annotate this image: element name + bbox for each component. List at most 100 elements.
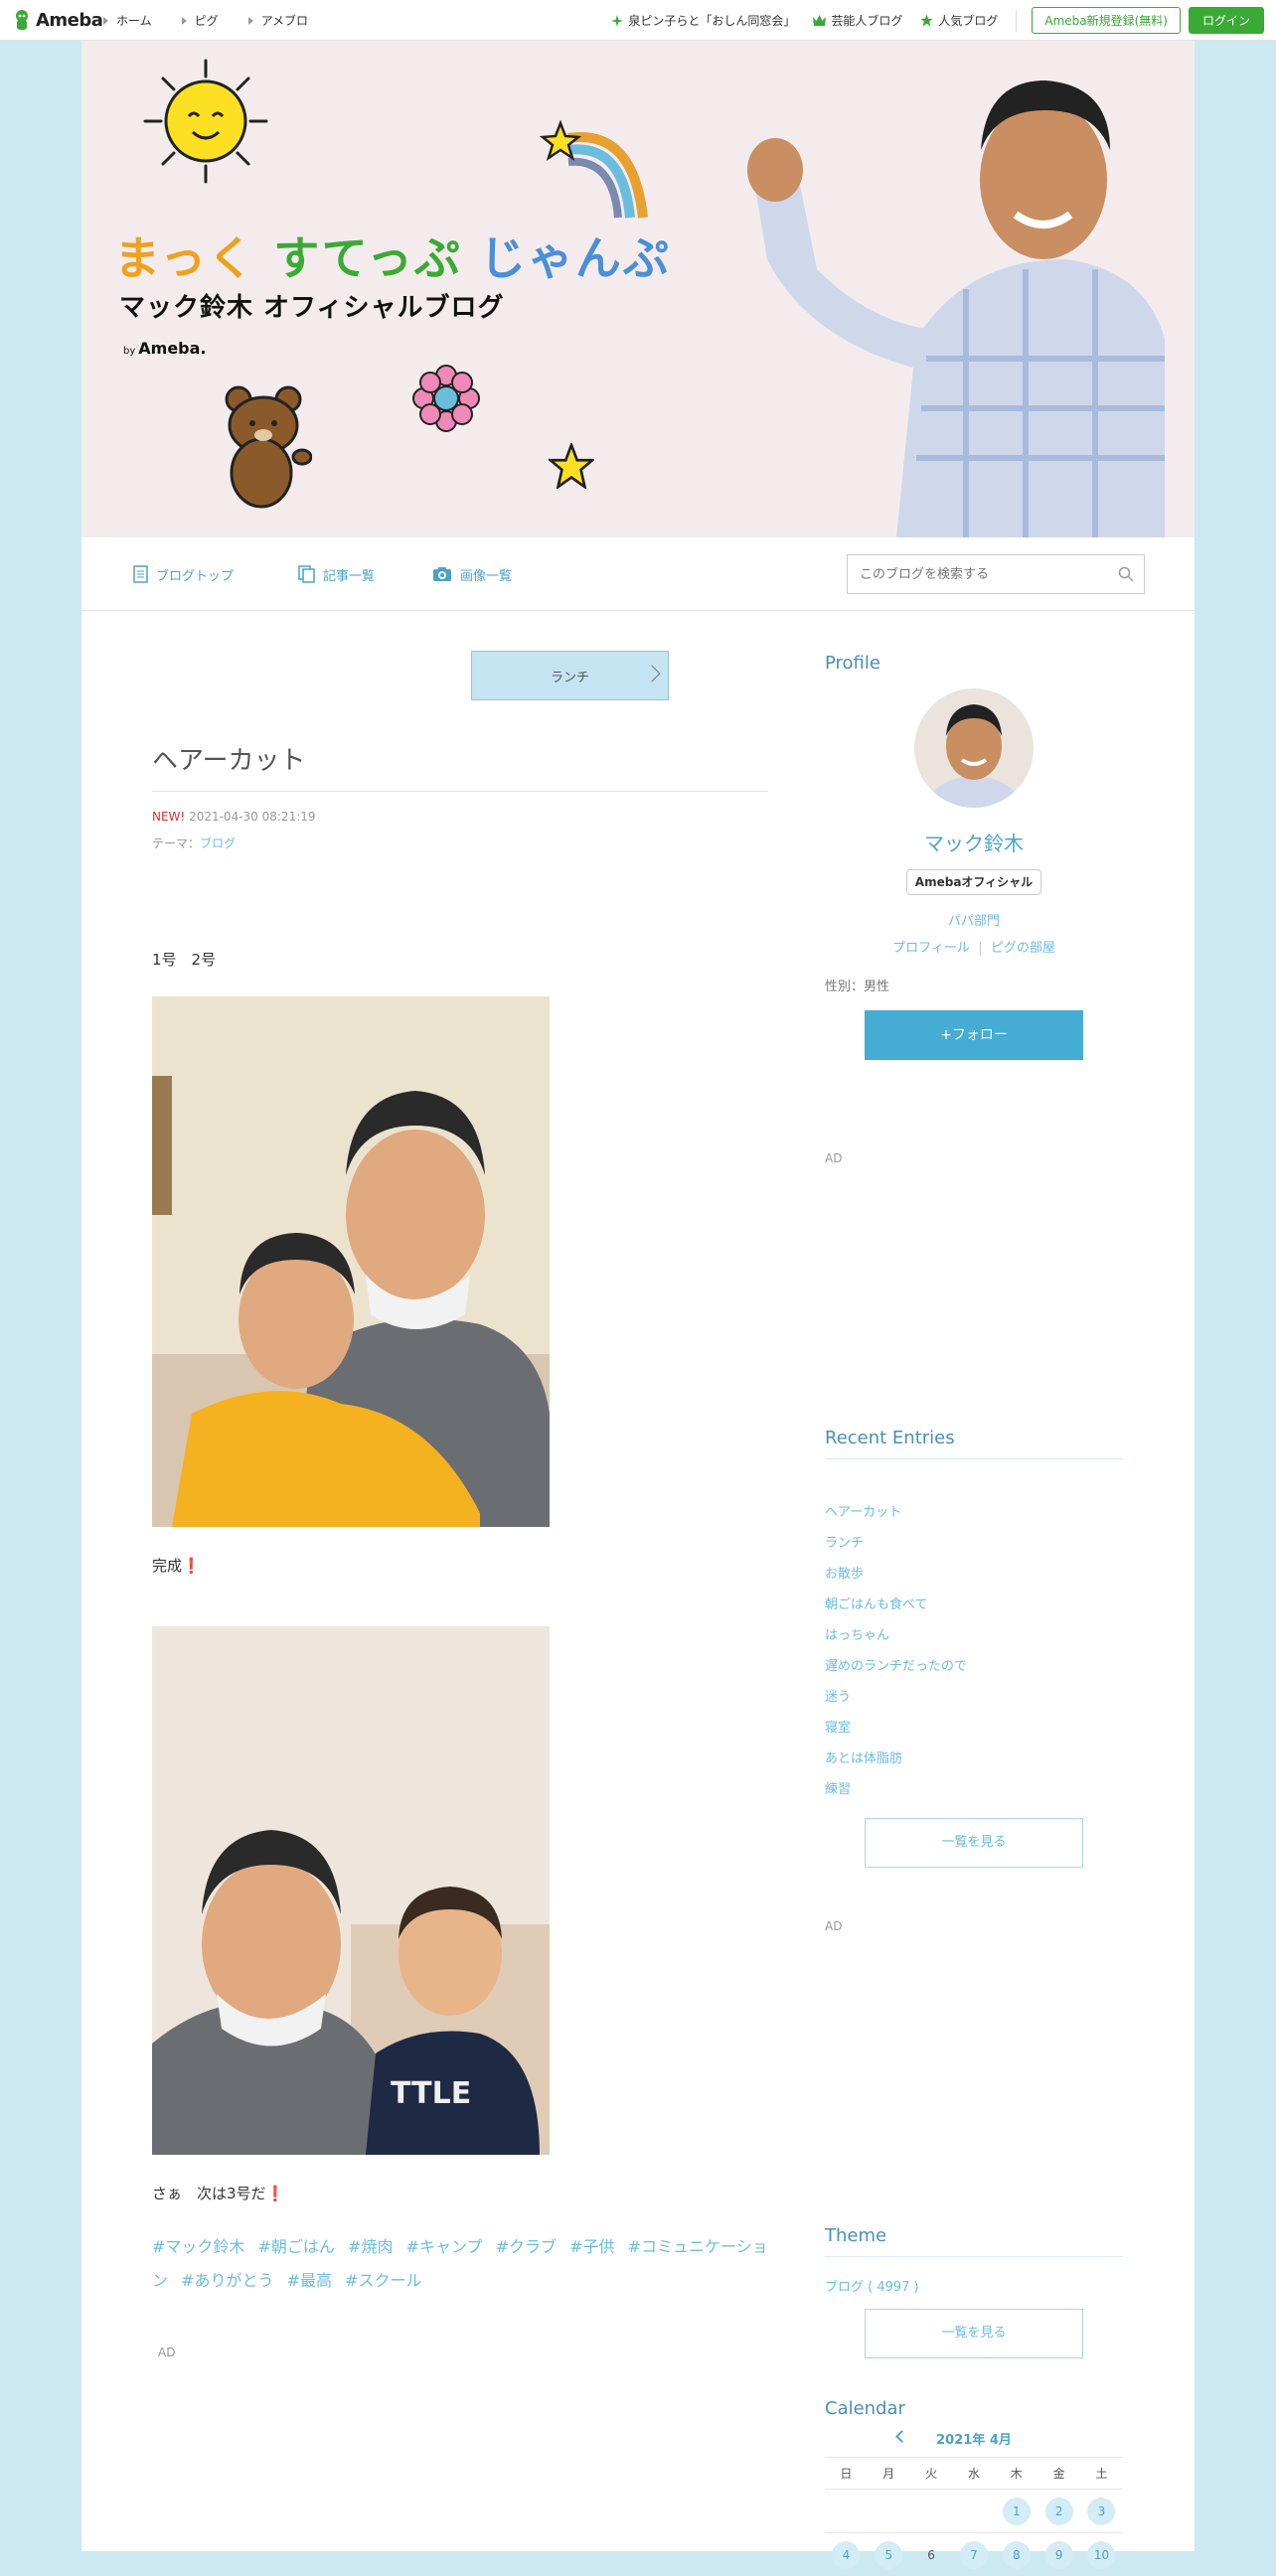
hashtag[interactable]: #スクール [345, 2271, 421, 2290]
calendar-day-link[interactable]: 9 [1044, 2540, 1073, 2569]
global-nav-pig[interactable]: ピグ [181, 12, 219, 29]
ad-label: AD [825, 1919, 843, 1933]
crown-icon [813, 15, 827, 26]
hashtag[interactable]: #ありがとう [181, 2271, 273, 2290]
entry-theme-link[interactable]: ブログ [200, 836, 236, 850]
calendar-day[interactable]: 4 [825, 2540, 868, 2569]
shooting-star-illustration [539, 119, 648, 219]
hashtag-list: #マック鈴木 #朝ごはん #焼肉 #キャンプ #クラブ #子供 #コミュニケーシ… [152, 2230, 768, 2298]
global-nav-home[interactable]: ホーム [103, 12, 152, 29]
calendar-day[interactable]: 7 [953, 2540, 996, 2569]
entry-list-link[interactable]: 記事一覧 [298, 537, 375, 611]
popular-blog-link[interactable]: 人気ブログ [920, 12, 998, 29]
svg-text:TTLE: TTLE [391, 2076, 471, 2111]
avatar[interactable] [914, 688, 1034, 808]
sparkle-icon [611, 14, 624, 27]
profile-link[interactable]: プロフィール [892, 941, 970, 956]
calendar-day-link[interactable]: 8 [1002, 2540, 1031, 2569]
blog-header-banner[interactable]: まっく すてっぷ じゃんぷ マック鈴木 オフィシャルブログ by Ameba. [81, 41, 1195, 537]
hashtag[interactable]: #最高 [287, 2271, 332, 2290]
login-button[interactable]: ログイン [1188, 7, 1264, 34]
calendar-heading: Calendar [825, 2398, 905, 2419]
pig-room-link[interactable]: ピグの部屋 [991, 941, 1055, 956]
global-nav-label: アメブロ [260, 14, 309, 28]
global-nav: ホーム ピグ アメブロ [103, 0, 308, 41]
banner-by-prefix: by [123, 346, 136, 357]
calendar-day-link[interactable]: 1 [1002, 2497, 1031, 2525]
calendar-day[interactable]: 8 [995, 2540, 1037, 2569]
calendar-day-link[interactable]: 2 [1044, 2497, 1073, 2525]
recent-entry[interactable]: ランチ [825, 1532, 1123, 1563]
official-badge: Amebaオフィシャル [906, 869, 1041, 895]
category-button-label: ランチ [550, 670, 589, 685]
theme-more-button[interactable]: 一覧を見る [865, 2309, 1083, 2358]
search-icon[interactable] [1118, 566, 1134, 582]
category-button[interactable]: ランチ [471, 651, 669, 700]
recent-entry[interactable]: 迷う [825, 1686, 1123, 1717]
global-nav-ameblo[interactable]: アメブロ [247, 12, 309, 29]
image-list-label: 画像一覧 [460, 568, 513, 584]
calendar-day[interactable]: 1 [995, 2497, 1037, 2525]
news-link[interactable]: 泉ピン子らと「おしん同窓会」 [611, 12, 795, 29]
calendar-day[interactable]: 2 [1037, 2497, 1080, 2525]
arrow-right-icon [181, 16, 187, 25]
profile-links: プロフィール ピグの部屋 [825, 937, 1123, 956]
hashtag[interactable]: #焼肉 [348, 2237, 393, 2256]
arrow-right-icon [103, 16, 108, 25]
image-list-link[interactable]: 画像一覧 [432, 537, 512, 611]
celebrity-blog-link[interactable]: 芸能人ブログ [813, 12, 902, 29]
blog-search-input[interactable] [858, 565, 1118, 583]
news-link-label: 泉ピン子らと「おしん同窓会」 [628, 14, 796, 28]
star-icon [920, 14, 933, 27]
global-header: Ameba ホーム ピグ アメブロ 泉ピン子らと「おしん同窓会」 芸能人ブログ … [0, 0, 1276, 41]
entry-datetime: 2021-04-30 08:21:19 [189, 810, 316, 824]
hashtag[interactable]: #マック鈴木 [152, 2237, 244, 2256]
global-header-right: 泉ピン子らと「おしん同窓会」 芸能人ブログ 人気ブログ Ameba新規登録(無料… [611, 0, 1264, 41]
recent-entry[interactable]: 寝室 [825, 1717, 1123, 1747]
calendar-weekday: 金 [1052, 2467, 1065, 2481]
blog-top-link[interactable]: ブログトップ [133, 537, 234, 611]
entry-text-content: さぁ 次は3号だ [152, 2185, 266, 2202]
hashtag[interactable]: #朝ごはん [258, 2237, 335, 2256]
profile-category[interactable]: パパ部門 [825, 910, 1123, 929]
calendar-day: 6 [927, 2547, 935, 2562]
theme-item[interactable]: ブログ ( 4997 ) [825, 2276, 919, 2295]
calendar-day-link[interactable]: 3 [1087, 2497, 1116, 2525]
blogger-photo [668, 41, 1195, 537]
recent-entries-list: ヘアーカット ランチ お散歩 朝ごはんも食べて はっちゃん 遅めのランチだったの… [825, 1501, 1123, 1809]
recent-entry[interactable]: 練習 [825, 1778, 1123, 1809]
hashtag[interactable]: #キャンプ [406, 2237, 483, 2256]
calendar-day[interactable]: 9 [1037, 2540, 1080, 2569]
popular-blog-label: 人気ブログ [938, 14, 999, 28]
hashtag[interactable]: #子供 [569, 2237, 614, 2256]
recent-entry[interactable]: 朝ごはんも食べて [825, 1593, 1123, 1624]
profile-name[interactable]: マック鈴木 [825, 828, 1123, 856]
calendar-day-link[interactable]: 5 [875, 2540, 903, 2569]
register-button[interactable]: Ameba新規登録(無料) [1032, 7, 1181, 34]
hashtag[interactable]: #クラブ [496, 2237, 557, 2256]
recent-more-button[interactable]: 一覧を見る [865, 1818, 1083, 1868]
entry-photo[interactable]: TTLE [152, 1626, 550, 2155]
photo-dad-and-son-1 [152, 996, 550, 1527]
calendar-day-link[interactable]: 4 [832, 2540, 861, 2569]
calendar-day[interactable]: 5 [868, 2540, 910, 2569]
recent-entry[interactable]: はっちゃん [825, 1624, 1123, 1655]
recent-entry[interactable]: あとは体脂肪 [825, 1747, 1123, 1778]
ad-label: AD [158, 2346, 176, 2359]
ad-label: AD [825, 1151, 843, 1165]
calendar-day[interactable]: 3 [1080, 2497, 1123, 2525]
calendar-day-link[interactable]: 7 [959, 2540, 988, 2569]
recent-entry[interactable]: ヘアーカット [825, 1501, 1123, 1532]
calendar-week-row: 4 5 6 7 8 9 10 [825, 2532, 1123, 2576]
calendar-day-link[interactable]: 10 [1087, 2540, 1116, 2569]
recent-entry[interactable]: 遅めのランチだったので [825, 1655, 1123, 1686]
follow-button[interactable]: +フォロー [865, 1010, 1083, 1060]
entry-text: 1号 2号 [152, 951, 217, 969]
blog-search-box[interactable] [847, 554, 1145, 594]
banner-by-ameba: by Ameba. [123, 339, 207, 358]
ameba-logo[interactable]: Ameba [12, 7, 103, 33]
calendar-day[interactable]: 10 [1080, 2540, 1123, 2569]
recent-entry[interactable]: お散歩 [825, 1563, 1123, 1593]
entry-title[interactable]: ヘアーカット [152, 740, 768, 792]
entry-photo[interactable] [152, 996, 550, 1527]
